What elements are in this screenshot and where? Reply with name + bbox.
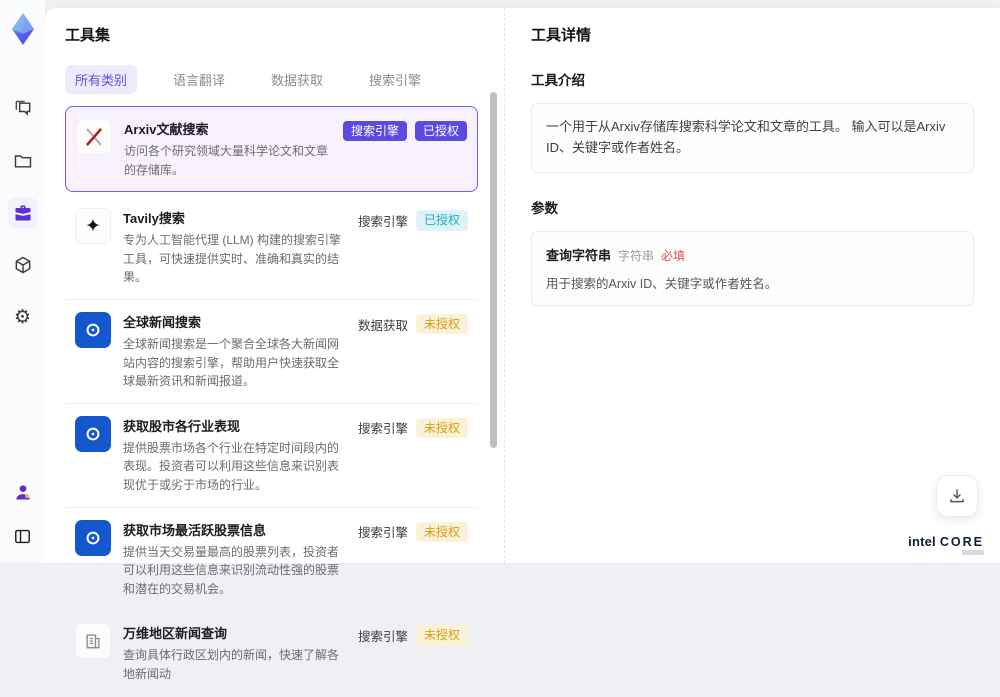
tool-text: 获取市场最活跃股票信息 提供当天交易量最高的股票列表，投资者可以利用这些信息来识… — [123, 520, 346, 599]
category-label: 搜索引擎 — [358, 626, 408, 645]
tool-text: Arxiv文献搜索 访问各个研究领域大量科学论文和文章的存储库。 — [124, 119, 331, 179]
tool-meta: 搜索引擎 未授权 — [358, 522, 468, 542]
status-badge: 已授权 — [416, 210, 468, 230]
tool-meta: 搜索引擎 未授权 — [358, 418, 468, 438]
tool-card-arxiv[interactable]: Arxiv文献搜索 访问各个研究领域大量科学论文和文章的存储库。 搜索引擎 已授… — [65, 106, 478, 192]
collapse-sidebar-button[interactable] — [8, 521, 38, 551]
main-content: 工具集 所有类别 语言翻译 数据获取 搜索引擎 Arxiv文献搜索 访问各个研究… — [45, 8, 1000, 563]
status-badge: 未授权 — [416, 314, 468, 334]
tool-title: 获取市场最活跃股票信息 — [123, 520, 346, 539]
page-title: 工具集 — [65, 24, 478, 45]
param-desc: 用于搜索的Arxiv ID、关键字或作者姓名。 — [546, 273, 959, 292]
param-box: 查询字符串 字符串 必填 用于搜索的Arxiv ID、关键字或作者姓名。 — [531, 231, 974, 306]
four-point-star-icon: ✦ — [85, 217, 101, 236]
rail-bottom — [8, 477, 38, 551]
tool-card-sector-performance[interactable]: 获取股市各行业表现 提供股票市场各个行业在特定时间段内的表现。投资者可以利用这些… — [65, 404, 478, 508]
intro-box: 一个用于从Arxiv存储库搜索科学论文和文章的工具。 输入可以是Arxiv ID… — [531, 103, 974, 173]
tab-search-engine[interactable]: 搜索引擎 — [359, 65, 431, 94]
sidebar-item-files[interactable] — [8, 146, 38, 176]
tool-title: Arxiv文献搜索 — [124, 119, 331, 138]
tool-title: 万维地区新闻查询 — [123, 623, 346, 642]
region-news-icon — [75, 623, 111, 659]
tool-detail-panel: 工具详情 工具介绍 一个用于从Arxiv存储库搜索科学论文和文章的工具。 输入可… — [505, 8, 1000, 563]
param-required-flag: 必填 — [661, 247, 685, 264]
category-label: 搜索引擎 — [358, 418, 408, 437]
tab-data-fetch[interactable]: 数据获取 — [261, 65, 333, 94]
tool-desc: 全球新闻搜索是一个聚合全球各大新闻网站内容的搜索引擎，帮助用户快速获取全球最新资… — [123, 335, 346, 391]
tool-text: 获取股市各行业表现 提供股票市场各个行业在特定时间段内的表现。投资者可以利用这些… — [123, 416, 346, 495]
status-badge: 未授权 — [416, 625, 468, 645]
tool-title: 全球新闻搜索 — [123, 312, 346, 331]
toolbox-icon — [13, 203, 33, 223]
tool-desc: 访问各个研究领域大量科学论文和文章的存储库。 — [124, 142, 331, 179]
tool-title: Tavily搜索 — [123, 208, 346, 227]
intel-sub-mark — [962, 550, 984, 555]
tab-all-categories[interactable]: 所有类别 — [65, 65, 137, 94]
tool-meta: 搜索引擎 未授权 — [358, 625, 468, 645]
download-button[interactable] — [936, 475, 978, 517]
news-globe-icon — [75, 312, 111, 348]
category-tabs: 所有类别 语言翻译 数据获取 搜索引擎 — [65, 65, 478, 94]
status-badge: 未授权 — [416, 522, 468, 542]
param-name: 查询字符串 — [546, 245, 611, 264]
detail-title: 工具详情 — [531, 24, 974, 45]
core-brand-text: CORE — [940, 535, 984, 549]
category-label: 搜索引擎 — [358, 211, 408, 230]
param-head: 查询字符串 字符串 必填 — [546, 245, 959, 264]
intel-core-logo: intel CORE — [908, 534, 984, 555]
active-stock-icon — [75, 520, 111, 556]
param-type: 字符串 — [618, 247, 654, 264]
tavily-star-icon: ✦ — [75, 208, 111, 244]
sidebar-item-tools[interactable] — [8, 198, 38, 228]
tool-meta: 搜索引擎 已授权 — [343, 121, 467, 141]
tool-meta: 数据获取 未授权 — [358, 314, 468, 334]
list-scrollbar[interactable] — [490, 92, 497, 448]
tool-card-region-news[interactable]: 万维地区新闻查询 查询具体行政区划内的新闻，快速了解各地新闻动 搜索引擎 未授权 — [65, 611, 478, 696]
status-badge: 已授权 — [415, 121, 467, 141]
tool-title: 获取股市各行业表现 — [123, 416, 346, 435]
intel-brand-text: intel — [908, 534, 936, 549]
intro-heading: 工具介绍 — [531, 69, 974, 89]
category-label: 数据获取 — [358, 315, 408, 334]
stock-sector-icon — [75, 416, 111, 452]
category-label: 搜索引擎 — [358, 522, 408, 541]
tool-text: 全球新闻搜索 全球新闻搜索是一个聚合全球各大新闻网站内容的搜索引擎，帮助用户快速… — [123, 312, 346, 391]
sidebar-item-settings[interactable]: ⚙ — [8, 302, 38, 332]
tools-list-panel: 工具集 所有类别 语言翻译 数据获取 搜索引擎 Arxiv文献搜索 访问各个研究… — [45, 8, 505, 563]
rail-nav: ⚙ — [8, 94, 38, 332]
chat-icon — [13, 99, 33, 119]
folder-icon — [13, 151, 33, 171]
tool-card-tavily[interactable]: ✦ Tavily搜索 专为人工智能代理 (LLM) 构建的搜索引擎工具，可快速提… — [65, 196, 478, 300]
user-account-button[interactable] — [8, 477, 38, 507]
tool-meta: 搜索引擎 已授权 — [358, 210, 468, 230]
cube-icon — [13, 255, 33, 275]
app-logo-icon[interactable] — [8, 12, 38, 46]
tool-desc: 查询具体行政区划内的新闻，快速了解各地新闻动 — [123, 646, 346, 683]
category-badge: 搜索引擎 — [343, 121, 407, 141]
sidebar-item-models[interactable] — [8, 250, 38, 280]
tool-card-active-stocks[interactable]: 获取市场最活跃股票信息 提供当天交易量最高的股票列表，投资者可以利用这些信息来识… — [65, 508, 478, 612]
user-avatar-icon — [13, 482, 33, 502]
sidebar-item-chat[interactable] — [8, 94, 38, 124]
tool-card-global-news[interactable]: 全球新闻搜索 全球新闻搜索是一个聚合全球各大新闻网站内容的搜索引擎，帮助用户快速… — [65, 300, 478, 404]
tool-desc: 专为人工智能代理 (LLM) 构建的搜索引擎工具，可快速提供实时、准确和真实的结… — [123, 231, 346, 287]
tool-desc: 提供股票市场各个行业在特定时间段内的表现。投资者可以利用这些信息来识别表现优于或… — [123, 439, 346, 495]
gear-icon: ⚙ — [14, 308, 31, 327]
panel-toggle-icon — [13, 527, 32, 546]
tool-text: 万维地区新闻查询 查询具体行政区划内的新闻，快速了解各地新闻动 — [123, 623, 346, 683]
tool-desc: 提供当天交易量最高的股票列表，投资者可以利用这些信息来识别流动性强的股票和潜在的… — [123, 543, 346, 599]
status-badge: 未授权 — [416, 418, 468, 438]
download-icon — [948, 487, 966, 505]
tool-list: Arxiv文献搜索 访问各个研究领域大量科学论文和文章的存储库。 搜索引擎 已授… — [65, 106, 478, 697]
params-heading: 参数 — [531, 197, 974, 217]
arxiv-icon — [76, 119, 112, 155]
left-rail: ⚙ — [0, 0, 45, 563]
tab-language-translation[interactable]: 语言翻译 — [163, 65, 235, 94]
tool-text: Tavily搜索 专为人工智能代理 (LLM) 构建的搜索引擎工具，可快速提供实… — [123, 208, 346, 287]
